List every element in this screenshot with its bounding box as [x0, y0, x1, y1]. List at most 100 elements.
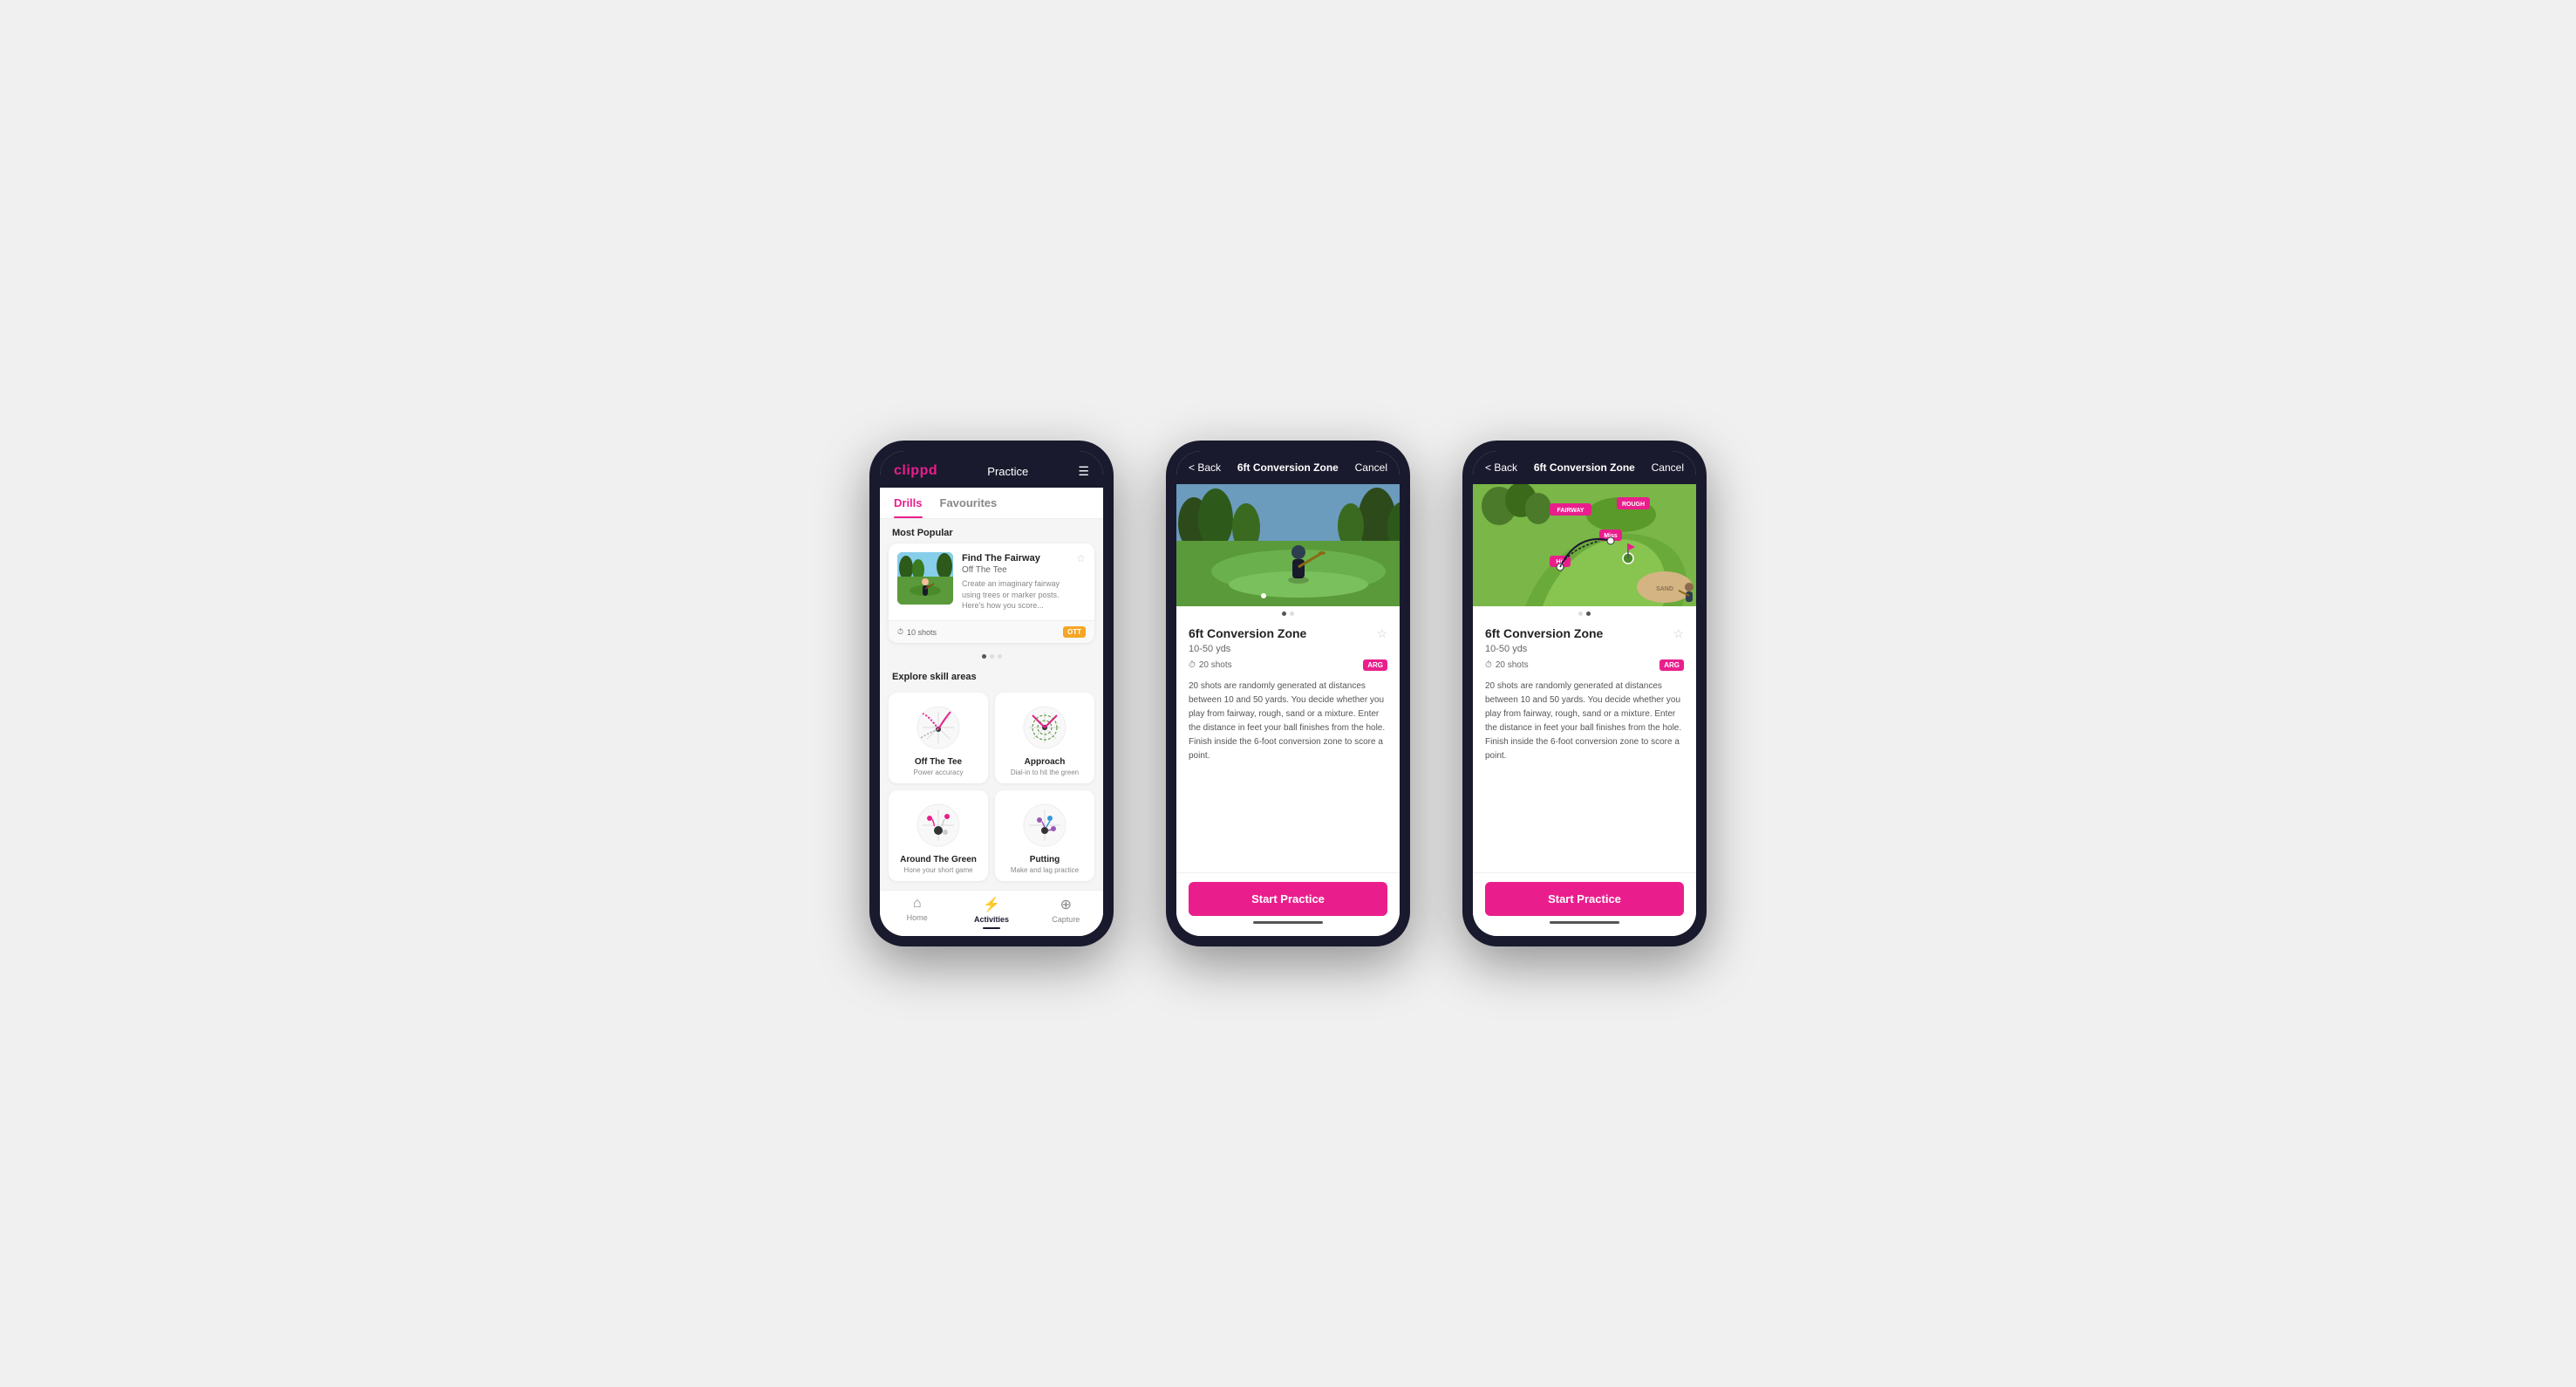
featured-drill-card[interactable]: Find The Fairway Off The Tee Create an i…	[889, 543, 1094, 643]
drill-title-2: 6ft Conversion Zone	[1189, 626, 1306, 640]
phone-1-screen: clippd Practice ☰ Drills Favourites Most…	[880, 451, 1103, 936]
back-button-3[interactable]: < Back	[1485, 461, 1517, 474]
svg-text:FAIRWAY: FAIRWAY	[1557, 508, 1584, 514]
home-icon: ⌂	[913, 896, 922, 912]
nav-capture-label: Capture	[1052, 915, 1080, 924]
nav-home-label: Home	[907, 913, 928, 922]
featured-title: Find The Fairway	[962, 552, 1067, 564]
svg-text:SAND: SAND	[1656, 586, 1673, 592]
drill-meta-2: ⏱ 20 shots ARG	[1189, 659, 1387, 671]
drill-image-3: FAIRWAY ROUGH SAND Hit Miss	[1473, 484, 1696, 606]
image-dots-2	[1176, 606, 1400, 616]
putting-icon	[1019, 799, 1071, 851]
skill-card-around-green[interactable]: Around The Green Hone your short game	[889, 790, 988, 881]
bottom-nav: ⌂ Home ⚡ Activities ⊕ Capture	[880, 890, 1103, 936]
header-title: Practice	[987, 465, 1028, 478]
drill-shots-2: ⏱ 20 shots	[1189, 660, 1232, 670]
activities-icon: ⚡	[983, 896, 1000, 913]
tag-ott: OTT	[1063, 626, 1086, 638]
menu-icon[interactable]: ☰	[1078, 464, 1089, 479]
drill-meta-3: ⏱ 20 shots ARG	[1485, 659, 1684, 671]
drill-header-title-3: 6ft Conversion Zone	[1534, 461, 1635, 474]
skill-card-off-tee[interactable]: Off The Tee Power accuracy	[889, 693, 988, 783]
svg-text:ROUGH: ROUGH	[1622, 502, 1645, 508]
phone-3-screen: < Back 6ft Conversion Zone Cancel	[1473, 451, 1696, 936]
featured-favorite-btn[interactable]: ☆	[1076, 552, 1086, 612]
nav-home[interactable]: ⌂ Home	[880, 896, 954, 929]
featured-card-footer: ⏱ 10 shots OTT	[889, 620, 1094, 643]
putting-desc: Make and lag practice	[1011, 866, 1079, 874]
featured-thumbnail	[897, 552, 953, 605]
practice-content[interactable]: Most Popular	[880, 519, 1103, 890]
cancel-button-2[interactable]: Cancel	[1355, 461, 1387, 474]
skill-card-putting[interactable]: Putting Make and lag practice	[995, 790, 1094, 881]
drill-description-2: 20 shots are randomly generated at dista…	[1189, 680, 1387, 763]
back-button-2[interactable]: < Back	[1189, 461, 1221, 474]
drill-range-3: 10-50 yds	[1485, 644, 1684, 654]
phone-1: clippd Practice ☰ Drills Favourites Most…	[869, 441, 1114, 946]
drill-header-title-2: 6ft Conversion Zone	[1237, 461, 1339, 474]
image-dots-3	[1473, 606, 1696, 616]
off-tee-desc: Power accuracy	[914, 769, 964, 776]
shots-clock-icon-2: ⏱	[1189, 660, 1196, 670]
drill-description-3: 20 shots are randomly generated at dista…	[1485, 680, 1684, 763]
phone-2: < Back 6ft Conversion Zone Cancel	[1166, 441, 1410, 946]
featured-subtitle: Off The Tee	[962, 565, 1067, 575]
drill-content-3[interactable]: 6ft Conversion Zone ☆ 10-50 yds ⏱ 20 sho…	[1473, 616, 1696, 872]
featured-info: Find The Fairway Off The Tee Create an i…	[962, 552, 1067, 612]
putting-name: Putting	[1030, 855, 1060, 864]
off-tee-icon	[912, 701, 964, 754]
favorite-btn-2[interactable]: ☆	[1376, 626, 1387, 641]
phone-2-screen: < Back 6ft Conversion Zone Cancel	[1176, 451, 1400, 936]
drill-tag-2: ARG	[1363, 659, 1387, 671]
dot-1	[982, 654, 986, 659]
clock-icon: ⏱	[897, 627, 903, 637]
shots-info: ⏱ 10 shots	[897, 627, 937, 637]
capture-icon: ⊕	[1060, 896, 1072, 913]
drill-content-2[interactable]: 6ft Conversion Zone ☆ 10-50 yds ⏱ 20 sho…	[1176, 616, 1400, 872]
approach-name: Approach	[1025, 757, 1066, 767]
phone-2-header: < Back 6ft Conversion Zone Cancel	[1176, 451, 1400, 484]
phone-2-bottom: Start Practice	[1176, 872, 1400, 936]
cancel-button-3[interactable]: Cancel	[1652, 461, 1684, 474]
around-green-desc: Hone your short game	[903, 866, 972, 874]
phone-1-header: clippd Practice ☰	[880, 451, 1103, 488]
start-practice-btn-3[interactable]: Start Practice	[1485, 882, 1684, 916]
tab-favourites[interactable]: Favourites	[940, 488, 998, 518]
around-green-name: Around The Green	[900, 855, 977, 864]
explore-label: Explore skill areas	[880, 663, 1103, 687]
off-tee-name: Off The Tee	[915, 757, 962, 767]
shots-clock-icon-3: ⏱	[1485, 660, 1492, 670]
nav-activities-label: Activities	[974, 915, 1009, 924]
nav-active-indicator	[983, 927, 1000, 929]
home-indicator-3	[1550, 921, 1619, 924]
dot-3	[998, 654, 1002, 659]
approach-icon	[1019, 701, 1071, 754]
around-green-icon	[912, 799, 964, 851]
drill-range-2: 10-50 yds	[1189, 644, 1387, 654]
tabs-bar: Drills Favourites	[880, 488, 1103, 519]
golf-scene-image	[897, 552, 953, 605]
phone-3-bottom: Start Practice	[1473, 872, 1696, 936]
approach-desc: Dial-in to hit the green	[1011, 769, 1079, 776]
most-popular-label: Most Popular	[880, 519, 1103, 543]
nav-capture[interactable]: ⊕ Capture	[1029, 896, 1103, 929]
start-practice-btn-2[interactable]: Start Practice	[1189, 882, 1387, 916]
carousel-dots	[880, 650, 1103, 663]
skill-card-approach[interactable]: Approach Dial-in to hit the green	[995, 693, 1094, 783]
nav-activities[interactable]: ⚡ Activities	[954, 896, 1028, 929]
dot-2	[990, 654, 994, 659]
app-logo: clippd	[894, 463, 937, 479]
tab-drills[interactable]: Drills	[894, 488, 923, 518]
drill-title-3: 6ft Conversion Zone	[1485, 626, 1603, 640]
drill-image-2	[1176, 484, 1400, 606]
favorite-btn-3[interactable]: ☆	[1673, 626, 1684, 641]
map-image: FAIRWAY ROUGH SAND Hit Miss	[1473, 484, 1696, 606]
drill-tag-3: ARG	[1659, 659, 1684, 671]
phone-3-header: < Back 6ft Conversion Zone Cancel	[1473, 451, 1696, 484]
skill-grid: Off The Tee Power accuracy	[880, 687, 1103, 890]
drill-shots-3: ⏱ 20 shots	[1485, 660, 1529, 670]
phone-3: < Back 6ft Conversion Zone Cancel	[1462, 441, 1707, 946]
phones-container: clippd Practice ☰ Drills Favourites Most…	[869, 441, 1707, 946]
golf-photo	[1176, 484, 1400, 606]
